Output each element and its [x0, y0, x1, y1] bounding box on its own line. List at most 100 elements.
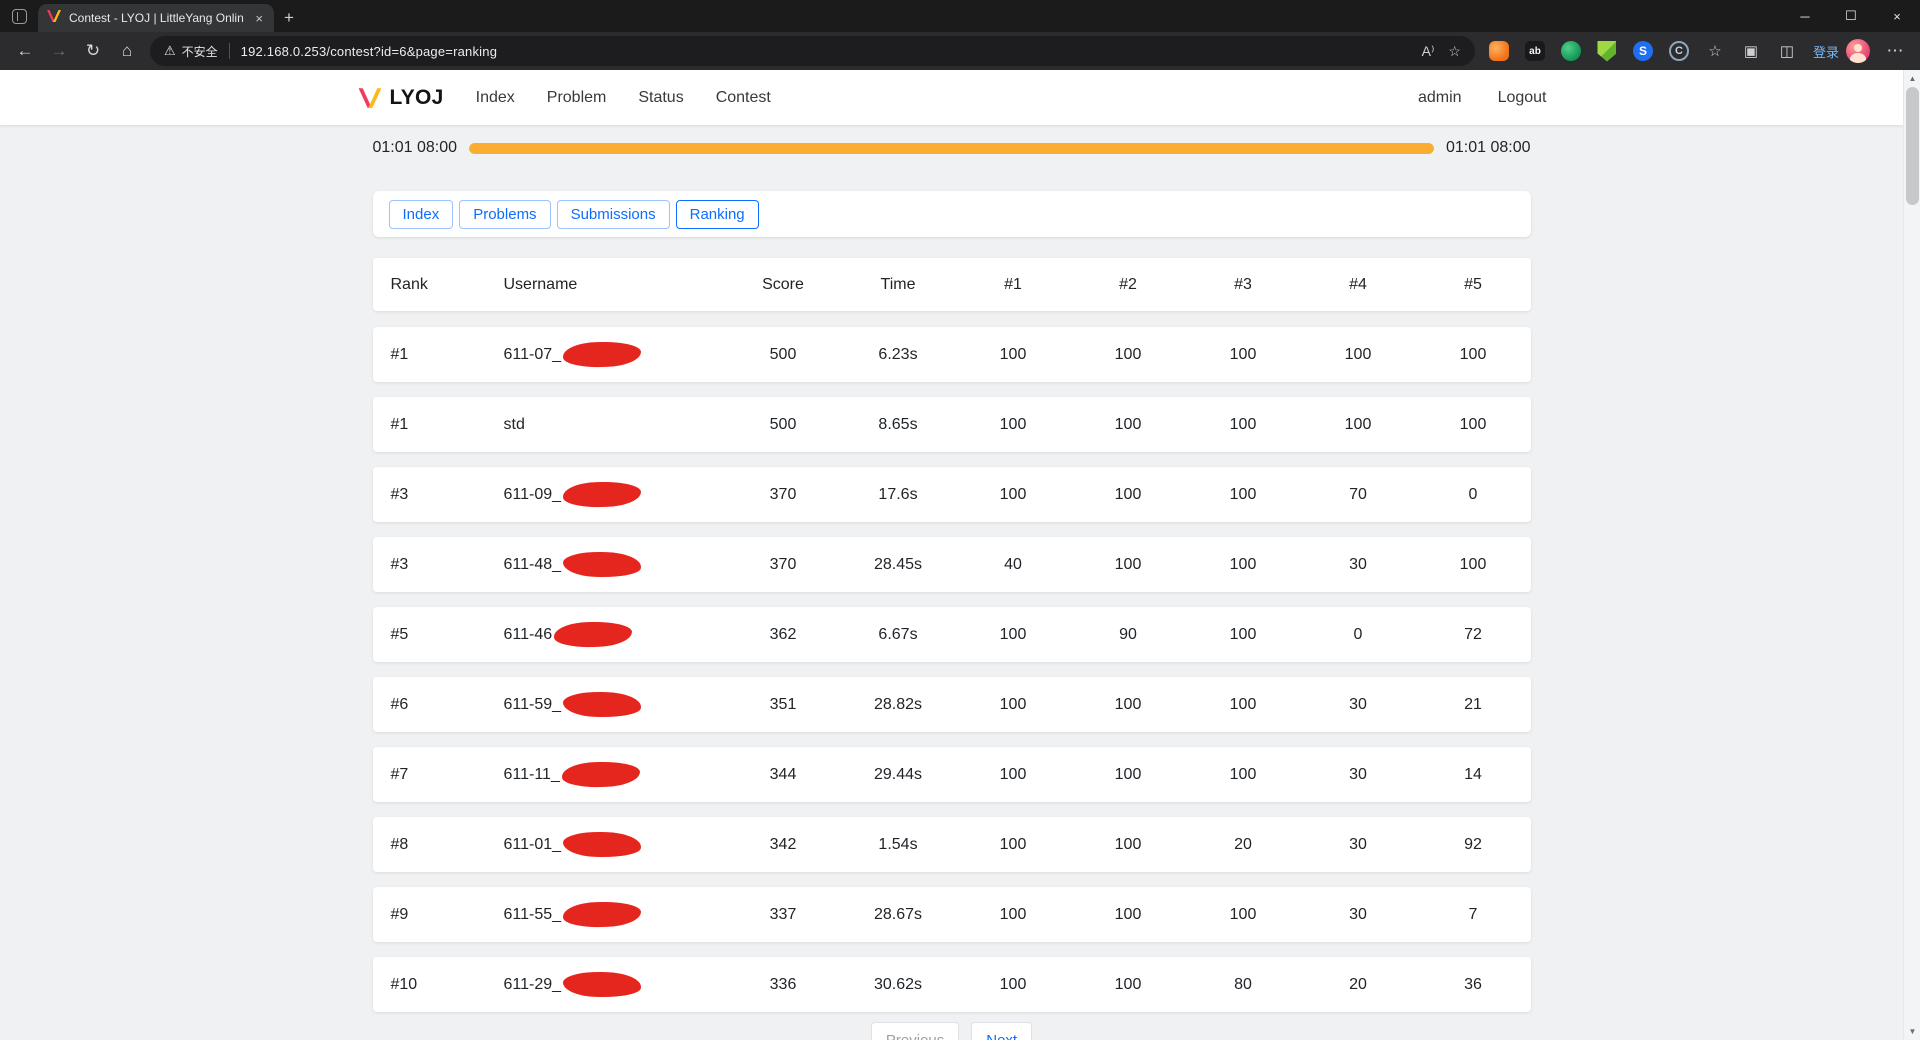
add-favorite-icon[interactable]: ☆ — [1448, 43, 1461, 60]
problem3-score-cell: 100 — [1229, 905, 1257, 923]
contest-progress-bar — [469, 142, 1434, 154]
scroll-up-icon[interactable]: ▲ — [1904, 70, 1920, 87]
browser-tab[interactable]: Contest - LYOJ | LittleYang Onlin × — [38, 4, 274, 32]
problem2-score-cell: 100 — [1114, 905, 1142, 923]
ranking-table-row: #6 611-59_ 351 28.82s 100 100 100 30 21 — [372, 677, 1531, 732]
problem5-score-cell: 72 — [1464, 625, 1482, 643]
username-text: 611-46 — [503, 625, 553, 643]
adguard-shield-icon[interactable] — [1589, 35, 1625, 67]
split-screen-icon[interactable]: ◫ — [1769, 35, 1805, 67]
problem3-score-cell: 100 — [1229, 625, 1257, 643]
ranking-table-row: #10 611-29_ 336 30.62s 100 100 80 20 36 — [372, 957, 1531, 1012]
previous-page-button[interactable]: Previous — [870, 1022, 960, 1040]
s-extension-icon[interactable]: S — [1625, 35, 1661, 67]
problem3-score-cell: 100 — [1229, 765, 1257, 783]
score-cell: 370 — [769, 485, 797, 503]
nav-item-contest[interactable]: Contest — [716, 89, 771, 107]
nav-item-status[interactable]: Status — [638, 89, 683, 107]
rank-cell: #1 — [390, 345, 409, 363]
settings-more-icon[interactable]: ⋯ — [1878, 35, 1912, 67]
score-cell: 500 — [769, 415, 797, 433]
tab-close-icon[interactable]: × — [252, 11, 266, 26]
scroll-down-icon[interactable]: ▼ — [1904, 1023, 1920, 1040]
c-extension-icon[interactable]: C — [1661, 35, 1697, 67]
tab-actions-icon[interactable] — [11, 8, 27, 24]
problem1-score-cell: 100 — [999, 695, 1027, 713]
ranking-table-row: #1 std 500 8.65s 100 100 100 100 100 — [372, 397, 1531, 452]
forward-button[interactable]: → — [42, 35, 76, 67]
tab-submissions[interactable]: Submissions — [556, 199, 670, 229]
contest-start-time: 01:01 08:00 — [372, 139, 458, 156]
nav-item-index[interactable]: Index — [476, 89, 515, 107]
rank-cell: #10 — [390, 975, 418, 993]
site-security-chip[interactable]: ⚠ 不安全 — [164, 43, 218, 60]
rank-cell: #5 — [390, 625, 409, 643]
ranking-table-row: #1 611-07_ 500 6.23s 100 100 100 100 100 — [372, 327, 1531, 382]
ranking-table-row: #3 611-09_ 370 17.6s 100 100 100 70 0 — [372, 467, 1531, 522]
problem4-score-cell: 0 — [1353, 625, 1363, 643]
problem5-score-cell: 21 — [1464, 695, 1482, 713]
nav-item-problem[interactable]: Problem — [547, 89, 607, 107]
brand-name[interactable]: LYOJ — [390, 86, 444, 110]
redaction-mark — [562, 480, 642, 509]
username-cell: 611-48_ — [486, 551, 726, 578]
back-button[interactable]: ← — [8, 35, 42, 67]
nav-logout[interactable]: Logout — [1498, 89, 1547, 107]
redaction-mark — [553, 620, 633, 649]
header-p5: #5 — [1464, 275, 1482, 293]
problem3-score-cell: 100 — [1229, 485, 1257, 503]
scrollbar-thumb[interactable] — [1906, 87, 1919, 205]
collections-icon[interactable]: ▣ — [1733, 35, 1769, 67]
problem4-score-cell: 30 — [1349, 695, 1367, 713]
header-p1: #1 — [1004, 275, 1022, 293]
problem2-score-cell: 100 — [1114, 765, 1142, 783]
time-cell: 29.44s — [873, 765, 923, 783]
window-minimize-button[interactable]: ─ — [1782, 0, 1828, 32]
brand-logo[interactable]: LYOJ — [357, 85, 444, 111]
ranking-rows: #1 611-07_ 500 6.23s 100 100 100 100 100… — [372, 327, 1531, 1012]
ranking-table-row: #3 611-48_ 370 28.45s 40 100 100 30 100 — [372, 537, 1531, 592]
problem3-score-cell: 20 — [1234, 835, 1252, 853]
window-close-button[interactable]: × — [1874, 0, 1920, 32]
orange-extension-icon[interactable] — [1481, 35, 1517, 67]
browser-profile-button[interactable]: 登录 — [1805, 36, 1878, 66]
problem1-score-cell: 100 — [999, 905, 1027, 923]
green-extension-icon[interactable] — [1553, 35, 1589, 67]
problem3-score-cell: 100 — [1229, 415, 1257, 433]
contest-tabs-card: Index Problems Submissions Ranking — [372, 191, 1531, 237]
next-page-button[interactable]: Next — [971, 1022, 1033, 1040]
tab-ranking[interactable]: Ranking — [675, 199, 759, 229]
address-bar[interactable]: ⚠ 不安全 192.168.0.253/contest?id=6&page=ra… — [150, 36, 1475, 66]
score-cell: 337 — [769, 905, 797, 923]
problem4-score-cell: 30 — [1349, 765, 1367, 783]
translate-extension-icon[interactable]: ab — [1517, 35, 1553, 67]
time-cell: 17.6s — [878, 485, 918, 503]
username-cell: 611-59_ — [486, 691, 726, 718]
contest-progress-row: 01:01 08:00 01:01 08:00 — [373, 139, 1531, 157]
problem3-score-cell: 100 — [1229, 695, 1257, 713]
redaction-mark — [562, 691, 642, 718]
nav-user-admin[interactable]: admin — [1418, 89, 1462, 107]
new-tab-button[interactable]: + — [274, 4, 304, 32]
refresh-button[interactable]: ↻ — [76, 35, 110, 67]
favorites-bar-icon[interactable]: ☆ — [1697, 35, 1733, 67]
tab-index[interactable]: Index — [388, 199, 454, 229]
score-cell: 336 — [769, 975, 797, 993]
tab-problems[interactable]: Problems — [459, 199, 551, 229]
home-button[interactable]: ⌂ — [110, 35, 144, 67]
signin-label: 登录 — [1812, 44, 1839, 60]
problem4-score-cell: 30 — [1349, 905, 1367, 923]
problem1-score-cell: 100 — [999, 975, 1027, 993]
site-navbar: LYOJ Index Problem Status Contest admin … — [0, 70, 1903, 125]
page-scrollbar[interactable]: ▲ ▼ — [1903, 70, 1920, 1040]
contest-end-time: 01:01 08:00 — [1445, 139, 1531, 156]
page-viewport: LYOJ Index Problem Status Contest admin … — [0, 70, 1903, 1040]
username-text: 611-48_ — [503, 555, 562, 573]
window-maximize-button[interactable]: ☐ — [1828, 0, 1874, 32]
read-aloud-icon[interactable]: A⁾ — [1422, 43, 1435, 60]
username-text: 611-55_ — [503, 905, 562, 923]
time-cell: 8.65s — [878, 415, 918, 433]
url-text[interactable]: 192.168.0.253/contest?id=6&page=ranking — [241, 44, 497, 59]
problem1-score-cell: 100 — [999, 345, 1027, 363]
problem2-score-cell: 100 — [1114, 415, 1142, 433]
